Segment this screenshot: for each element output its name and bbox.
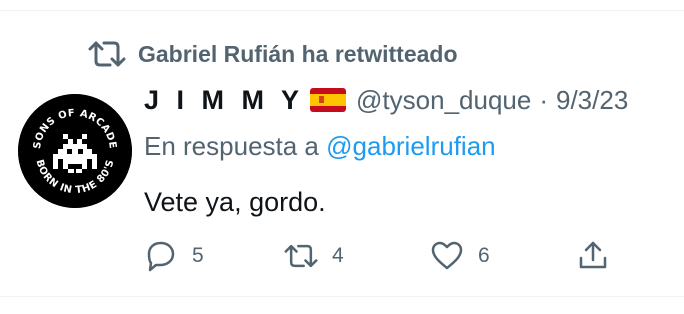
reply-context: En respuesta a @gabrielrufian <box>144 128 674 164</box>
share-button[interactable] <box>576 236 610 276</box>
tweet-header: J I M M Y @tyson_duque · 9/3/23 <box>144 82 674 118</box>
reply-mention-link[interactable]: @gabrielrufian <box>326 131 495 161</box>
tweet-body[interactable]: J I M M Y @tyson_duque · 9/3/23 En respu… <box>144 82 674 222</box>
reply-count: 5 <box>192 244 204 267</box>
action-bar: 5 4 6 <box>144 236 614 276</box>
like-button[interactable]: 6 <box>430 236 490 276</box>
retweet-button[interactable]: 4 <box>284 236 344 276</box>
retweet-icon <box>88 39 126 69</box>
retweeted-by-label: Gabriel Rufián ha retwitteado <box>138 40 458 67</box>
separator-dot: · <box>539 84 548 115</box>
reply-prefix: En respuesta a <box>144 131 319 161</box>
like-count: 6 <box>478 244 490 267</box>
retweet-count: 4 <box>332 244 344 267</box>
tweet-text: Vete ya, gordo. <box>144 187 326 217</box>
avatar[interactable]: SONS OF ARCADE BORN IN THE 80'S <box>18 94 132 208</box>
user-handle[interactable]: @tyson_duque <box>356 85 531 116</box>
bottom-divider <box>0 296 684 297</box>
tweet-date[interactable]: 9/3/23 <box>556 85 628 116</box>
retweet-icon <box>284 239 318 273</box>
reply-button[interactable]: 5 <box>144 236 204 276</box>
display-name[interactable]: J I M M Y <box>144 85 304 116</box>
top-divider <box>0 10 684 11</box>
heart-icon <box>430 239 464 273</box>
social-context[interactable]: Gabriel Rufián ha retwitteado <box>88 36 458 72</box>
reply-icon <box>144 239 178 273</box>
spain-flag-icon <box>310 88 347 112</box>
share-icon <box>576 239 610 273</box>
